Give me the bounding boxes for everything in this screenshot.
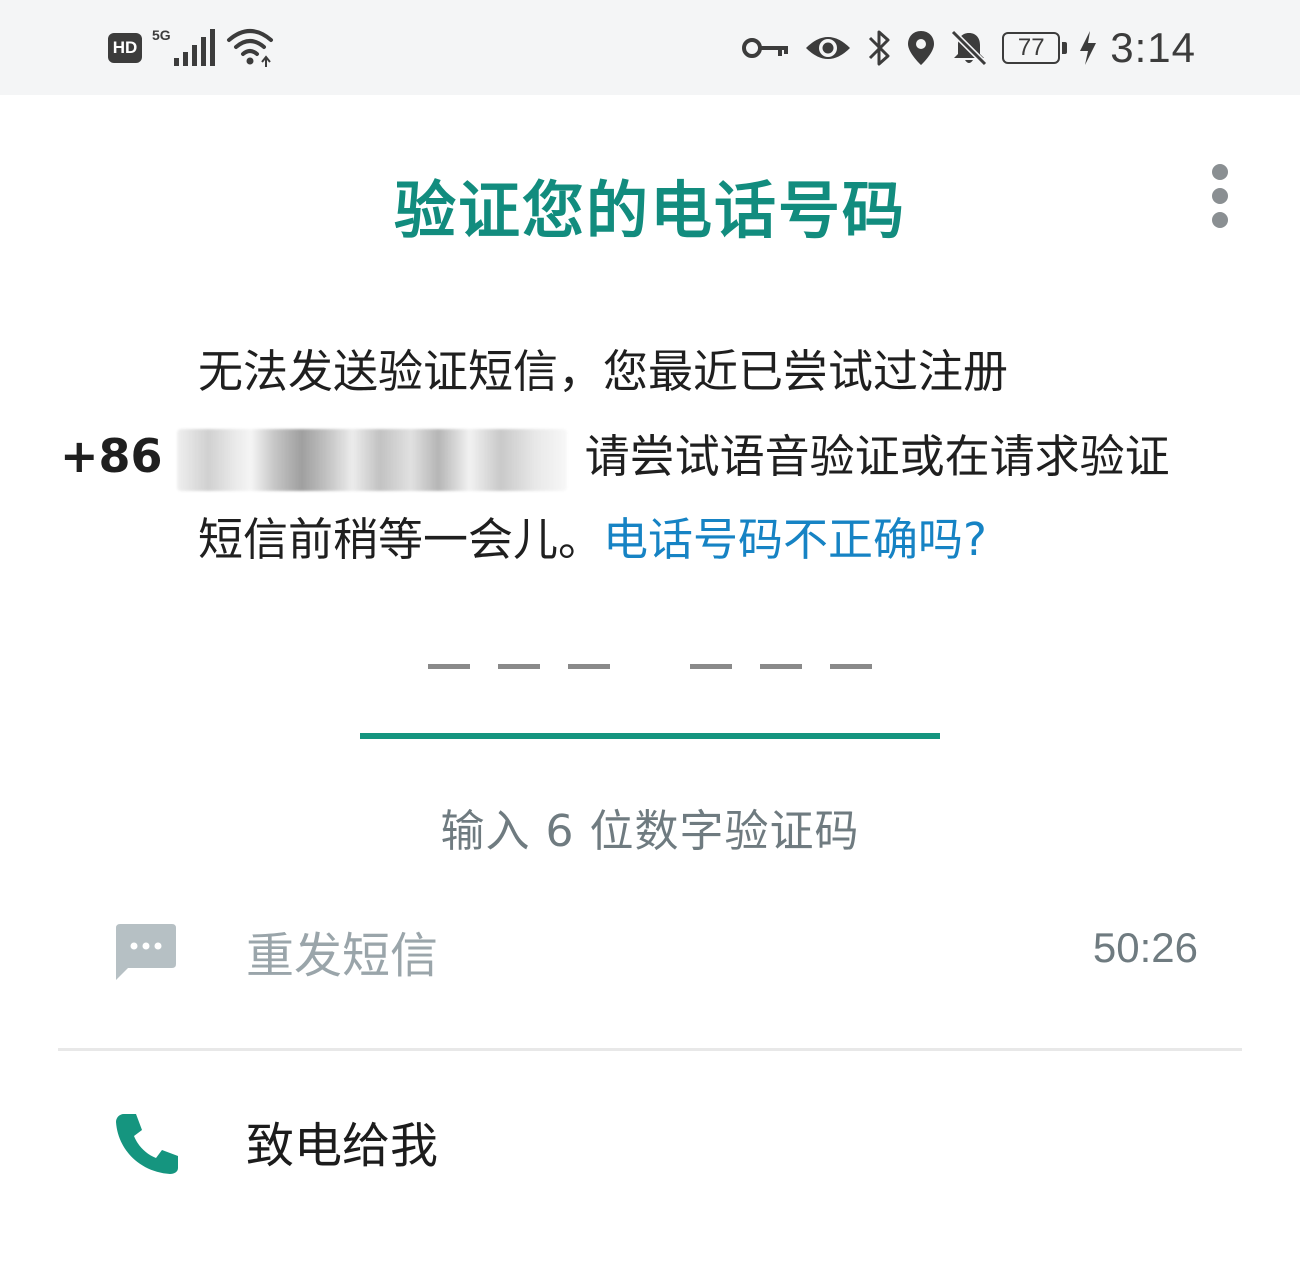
bluetooth-icon [869, 30, 890, 66]
status-time: 3:14 [1110, 24, 1196, 71]
phone-icon [116, 1114, 178, 1174]
wifi-icon [227, 29, 273, 67]
hd-icon: HD [108, 33, 142, 63]
message-line-2-text: 请尝试语音验证或在请求验证 [584, 430, 1170, 483]
key-icon [742, 38, 789, 58]
phone-country-code: +86 [60, 429, 163, 483]
more-vert-icon[interactable] [1196, 160, 1244, 232]
redacted-phone-number [176, 429, 567, 491]
message-line-2: +86 请尝试语音验证或在请求验证 [60, 414, 1250, 498]
status-bar-right: 77 3:14 [742, 24, 1196, 72]
battery-level: 77 [1017, 34, 1045, 61]
wrong-number-link[interactable]: 电话号码不正确吗? [603, 513, 987, 566]
eye-icon [806, 37, 851, 59]
status-bar-left: HD 5G [108, 26, 276, 70]
location-icon [908, 31, 935, 65]
page-title: 验证您的电话号码 [393, 174, 906, 247]
verification-message: 无法发送验证短信，您最近已尝试过注册 +86 请尝试语音验证或在请求验证 短信前稍… [60, 330, 1250, 582]
code-hint: 输入 6 位数字验证码 [440, 806, 860, 857]
message-line-1: 无法发送验证短信，您最近已尝试过注册 [198, 345, 1009, 398]
divider [58, 1048, 1242, 1051]
code-digit-5 [760, 664, 802, 669]
sms-icon [116, 924, 176, 980]
message-line-3-text: 短信前稍等一会儿。 [198, 513, 604, 566]
charging-icon [1080, 31, 1097, 65]
resend-timer: 50:26 [1092, 924, 1198, 971]
code-digit-1 [428, 664, 470, 669]
code-digit-6 [830, 664, 872, 669]
resend-sms-label: 重发短信 [246, 928, 439, 984]
code-input[interactable] [360, 640, 940, 740]
call-me-button[interactable]: 致电给我 [0, 1080, 1300, 1200]
code-digit-3 [568, 664, 610, 669]
battery-icon: 77 [1002, 32, 1068, 64]
signal-icon: 5G [152, 27, 215, 66]
call-me-label: 致电给我 [246, 1118, 439, 1174]
code-digit-4 [690, 664, 732, 669]
code-digit-2 [498, 664, 540, 669]
status-bar: HD 5G 77 3:14 [0, 0, 1300, 95]
resend-sms-button[interactable]: 重发短信 50:26 [0, 890, 1300, 1010]
bell-off-icon [951, 29, 988, 67]
message-line-3: 短信前稍等一会儿。电话号码不正确吗? [60, 498, 1250, 582]
code-input-underline [360, 733, 940, 739]
network-type-label: 5G [152, 27, 171, 43]
